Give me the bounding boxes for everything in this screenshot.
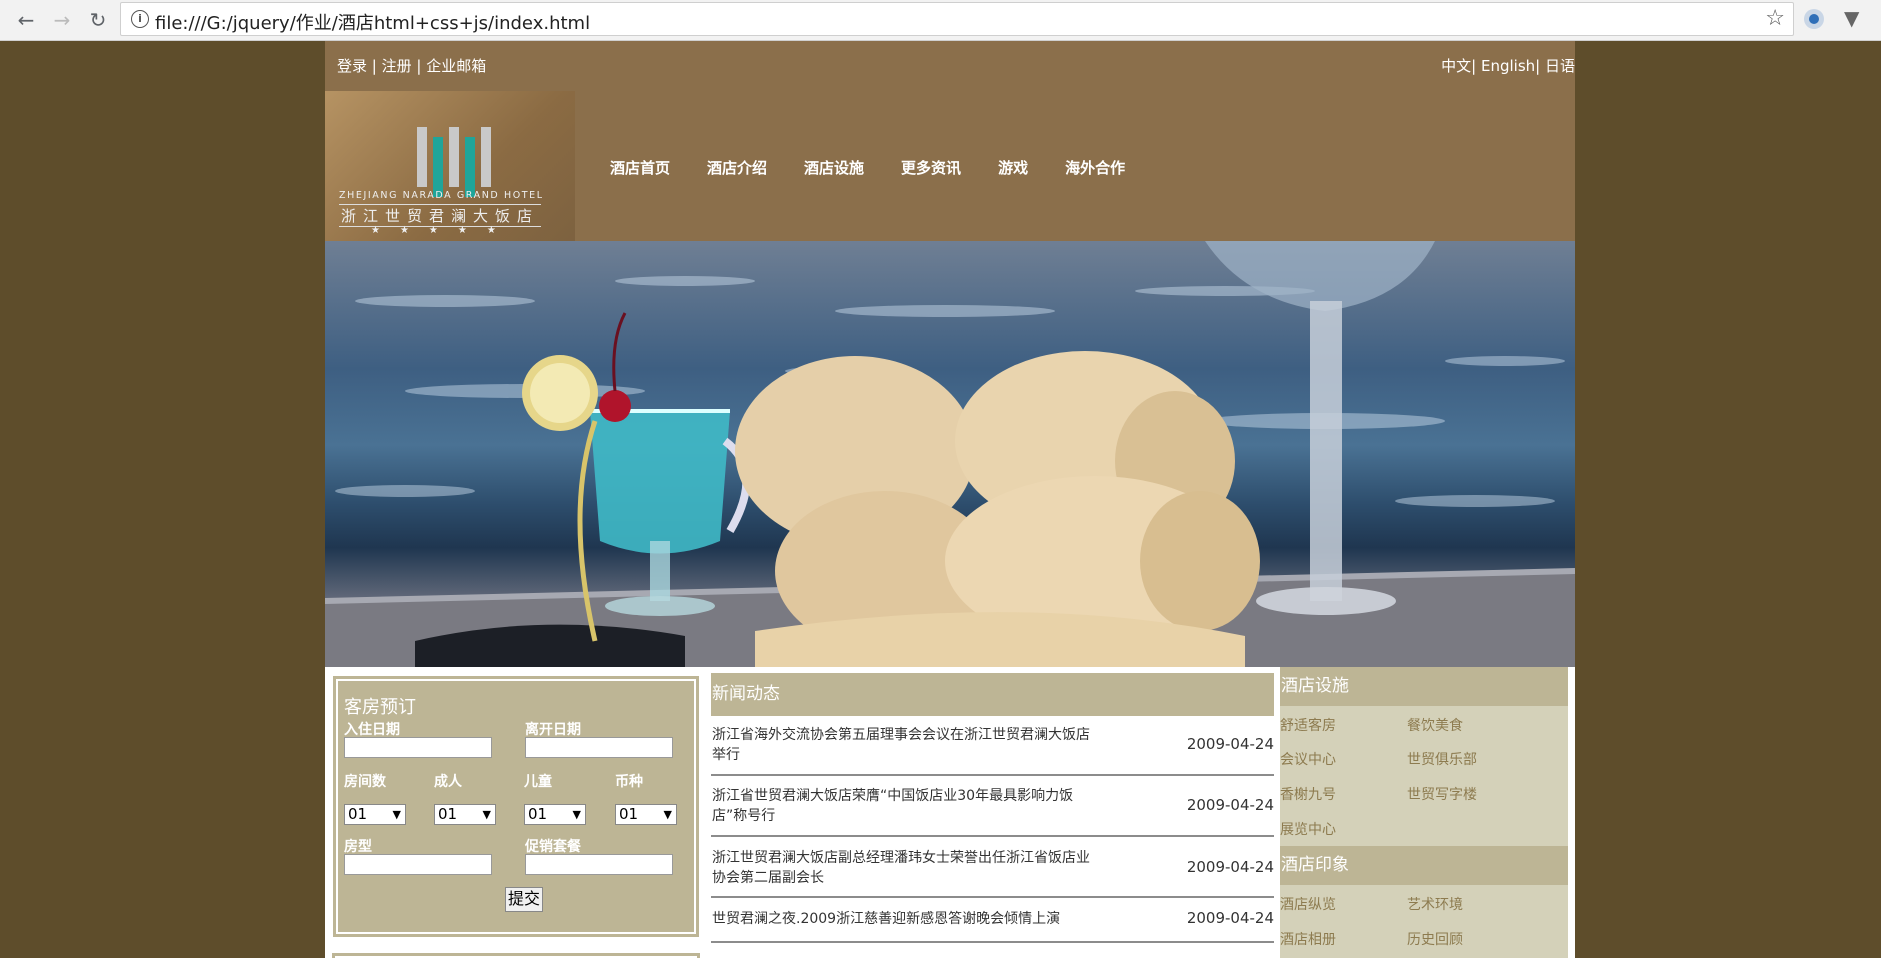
- nav-games[interactable]: 游戏: [998, 157, 1028, 178]
- children-select[interactable]: 01 ▼: [524, 804, 586, 825]
- rooms-select-value: 01: [348, 805, 368, 823]
- news-item-title[interactable]: 浙江世贸君澜大饭店副总经理潘玮女士荣誉出任浙江省饭店业协会第二届副会长: [712, 848, 1092, 888]
- facility-link-xiangxie[interactable]: 香榭九号: [1280, 784, 1336, 804]
- currency-label: 币种: [615, 774, 643, 790]
- chevron-down-icon: ▼: [572, 808, 581, 821]
- language-links: 中文| English| 日语: [1441, 57, 1575, 75]
- impression-title: 酒店印象: [1280, 846, 1568, 885]
- address-bar[interactable]: i file:///G:/jquery/作业/酒店html+css+js/ind…: [120, 2, 1794, 36]
- room-type-label: 房型: [344, 839, 372, 855]
- currency-select-value: 01: [619, 805, 639, 823]
- logo-stars: ★★★★★: [371, 225, 516, 236]
- banner-illustration: [325, 241, 1575, 667]
- nav-about[interactable]: 酒店介绍: [707, 157, 767, 178]
- checkout-date-input[interactable]: [525, 737, 673, 758]
- news-item-title[interactable]: 浙江省世贸君澜大饭店荣膺“中国饭店业30年最具影响力饭店”称号行: [712, 786, 1092, 826]
- hotel-page: 登录 | 注册 | 企业邮箱 中文| English| 日语 ZHEJIANG …: [325, 41, 1575, 958]
- nav-facilities[interactable]: 酒店设施: [804, 157, 864, 178]
- booking-section: 客房预订 入住日期 离开日期 房间数 成人 儿童 币种 01 ▼ 01 ▼ 01 ▼ …: [325, 667, 705, 958]
- news-item[interactable]: 浙江省海外交流协会第五届理事会会议在浙江世贸君澜大饭店举行 2009-04-24: [711, 716, 1274, 776]
- facility-link-club[interactable]: 世贸俱乐部: [1407, 749, 1477, 769]
- children-label: 儿童: [524, 774, 552, 790]
- booking-title: 客房预订: [344, 697, 416, 718]
- news-item-date: 2009-04-24: [1186, 858, 1274, 876]
- news-title: 新闻动态: [711, 673, 1274, 716]
- facility-link-dining[interactable]: 餐饮美食: [1407, 715, 1463, 735]
- children-select-value: 01: [528, 805, 548, 823]
- chevron-down-icon: ▼: [392, 808, 401, 821]
- hotel-logo[interactable]: ZHEJIANG NARADA GRAND HOTEL 浙江世贸君澜大饭店 ★★…: [325, 91, 575, 241]
- logo-bar: [481, 127, 491, 187]
- news-item-date: 2009-04-24: [1186, 909, 1274, 927]
- impression-link-history[interactable]: 历史回顾: [1407, 929, 1463, 949]
- nav-home[interactable]: 酒店首页: [610, 157, 670, 178]
- site-header: 登录 | 注册 | 企业邮箱 中文| English| 日语 ZHEJIANG …: [325, 41, 1575, 241]
- news-item[interactable]: 世贸君澜之夜.2009浙江慈善迎新感恩答谢晚会倾情上演 2009-04-24: [711, 898, 1274, 943]
- booking-section-lower: [332, 953, 700, 958]
- promo-label: 促销套餐: [525, 839, 581, 855]
- currency-select[interactable]: 01 ▼: [615, 804, 677, 825]
- login-link[interactable]: 登录: [337, 57, 367, 75]
- facilities-sidebar: 酒店设施 舒适客房 餐饮美食 会议中心 世贸俱乐部 香榭九号 世贸写字楼 展览中…: [1280, 667, 1568, 958]
- nav-more-news[interactable]: 更多资讯: [901, 157, 961, 178]
- hero-banner-image: [325, 241, 1575, 667]
- impression-links: 酒店纵览 艺术环境 酒店相册 历史回顾: [1280, 885, 1568, 958]
- facilities-links: 舒适客房 餐饮美食 会议中心 世贸俱乐部 香榭九号 世贸写字楼 展览中心: [1280, 706, 1568, 846]
- corporate-email-link[interactable]: 企业邮箱: [426, 57, 486, 75]
- extension-menu-icon[interactable]: ▼: [1844, 6, 1859, 30]
- adults-label: 成人: [434, 774, 462, 790]
- news-item-date: 2009-04-24: [1186, 735, 1274, 753]
- chevron-down-icon: ▼: [482, 808, 491, 821]
- lang-chinese-link[interactable]: 中文: [1441, 57, 1471, 75]
- news-section: 新闻动态 浙江省海外交流协会第五届理事会会议在浙江世贸君澜大饭店举行 2009-…: [711, 673, 1274, 958]
- facility-link-rooms[interactable]: 舒适客房: [1280, 715, 1336, 735]
- facilities-title: 酒店设施: [1280, 667, 1568, 706]
- main-nav: 酒店首页 酒店介绍 酒店设施 更多资讯 游戏 海外合作: [610, 157, 1162, 178]
- adults-select[interactable]: 01 ▼: [434, 804, 496, 825]
- room-type-input[interactable]: [344, 854, 492, 875]
- nav-overseas[interactable]: 海外合作: [1065, 157, 1125, 178]
- facility-link-office[interactable]: 世贸写字楼: [1407, 784, 1477, 804]
- logo-bar: [433, 137, 443, 197]
- rooms-select[interactable]: 01 ▼: [344, 804, 406, 825]
- url-text: file:///G:/jquery/作业/酒店html+css+js/index…: [155, 13, 591, 34]
- logo-bar: [449, 127, 459, 187]
- adults-select-value: 01: [438, 805, 458, 823]
- register-link[interactable]: 注册: [382, 57, 412, 75]
- news-item[interactable]: 浙江省世贸君澜大饭店荣膺“中国饭店业30年最具影响力饭店”称号行 2009-04…: [711, 776, 1274, 837]
- logo-english-name: ZHEJIANG NARADA GRAND HOTEL: [339, 190, 544, 201]
- checkin-label: 入住日期: [344, 722, 400, 738]
- submit-button[interactable]: 提交: [505, 887, 543, 912]
- bookmark-star-icon[interactable]: ☆: [1765, 6, 1785, 31]
- news-item-title[interactable]: 浙江省海外交流协会第五届理事会会议在浙江世贸君澜大饭店举行: [712, 725, 1092, 765]
- facility-link-conference[interactable]: 会议中心: [1280, 749, 1336, 769]
- back-icon[interactable]: ←: [14, 8, 38, 32]
- rooms-label: 房间数: [344, 774, 386, 790]
- reload-icon[interactable]: ↻: [86, 8, 110, 32]
- logo-bar: [465, 137, 475, 197]
- lang-english-link[interactable]: English: [1481, 57, 1535, 75]
- checkout-label: 离开日期: [525, 722, 581, 738]
- checkin-date-input[interactable]: [344, 737, 492, 758]
- sidebar-gutter: [1568, 667, 1575, 958]
- extension-icon[interactable]: [1804, 9, 1824, 29]
- chevron-down-icon: ▼: [663, 808, 672, 821]
- news-item[interactable]: 浙江世贸君澜大饭店副总经理潘玮女士荣誉出任浙江省饭店业协会第二届副会长 2009…: [711, 837, 1274, 898]
- news-item-date: 2009-04-24: [1186, 796, 1274, 814]
- facility-link-exhibition[interactable]: 展览中心: [1280, 819, 1336, 839]
- forward-icon[interactable]: →: [50, 8, 74, 32]
- site-info-icon[interactable]: i: [131, 10, 149, 28]
- browser-toolbar: ← → ↻ i file:///G:/jquery/作业/酒店html+css+…: [0, 0, 1881, 41]
- account-links: 登录 | 注册 | 企业邮箱: [337, 57, 487, 75]
- logo-chinese-name: 浙江世贸君澜大饭店: [339, 204, 542, 227]
- impression-link-album[interactable]: 酒店相册: [1280, 929, 1336, 949]
- booking-form: 客房预订 入住日期 离开日期 房间数 成人 儿童 币种 01 ▼ 01 ▼ 01 ▼ …: [332, 675, 700, 938]
- impression-link-overview[interactable]: 酒店纵览: [1280, 894, 1336, 914]
- news-item-title[interactable]: 世贸君澜之夜.2009浙江慈善迎新感恩答谢晚会倾情上演: [712, 909, 1112, 929]
- impression-link-art[interactable]: 艺术环境: [1407, 894, 1463, 914]
- lang-japanese-link[interactable]: 日语: [1545, 57, 1575, 75]
- promo-input[interactable]: [525, 854, 673, 875]
- logo-bar: [417, 127, 427, 187]
